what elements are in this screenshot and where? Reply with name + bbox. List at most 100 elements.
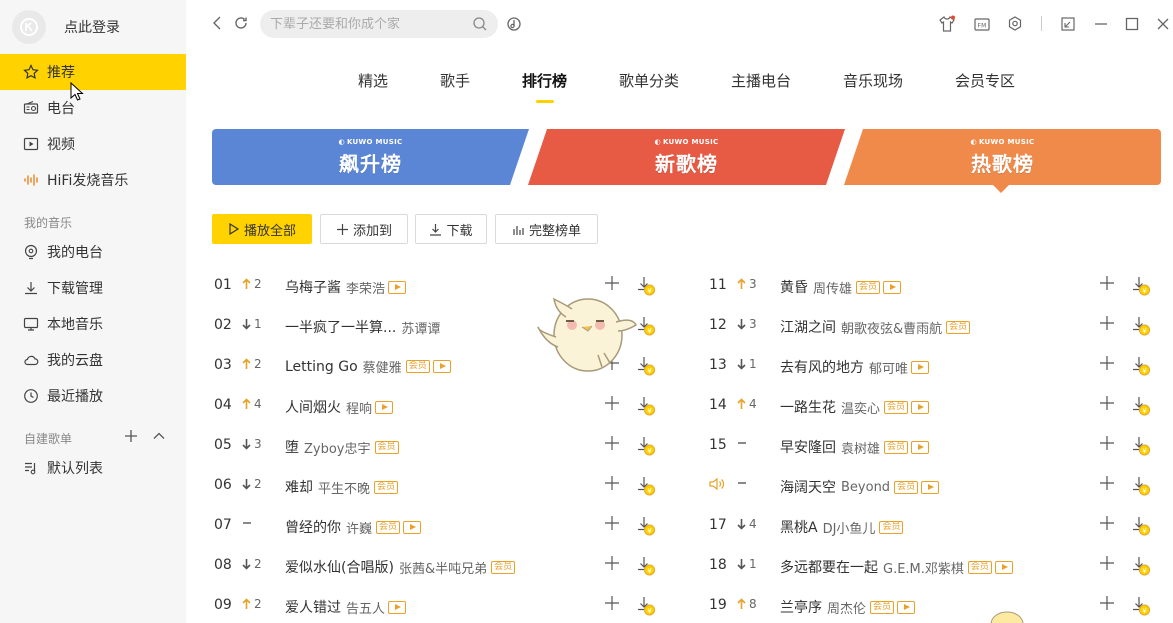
download-coin-icon[interactable]: ¥: [636, 275, 656, 296]
sidebar-item-recent[interactable]: 最近播放: [0, 378, 186, 414]
mv-play-icon[interactable]: [994, 560, 1013, 574]
mv-play-icon[interactable]: [911, 400, 930, 414]
song-artist[interactable]: 许巍: [346, 518, 372, 537]
song-artist[interactable]: 平生不晚: [318, 478, 370, 497]
song-artist[interactable]: 张茜&半吨兄弟: [399, 558, 487, 577]
add-to-list-icon[interactable]: [1099, 355, 1115, 371]
add-to-list-icon[interactable]: [1099, 595, 1115, 611]
song-artist[interactable]: 温奕心: [841, 398, 880, 417]
chevron-up-icon[interactable]: [152, 428, 166, 447]
download-coin-icon[interactable]: ¥: [1131, 555, 1151, 576]
song-artist[interactable]: DJ小鱼儿: [823, 518, 876, 537]
song-row[interactable]: 14 4 一路生花 温奕心 会员 ¥: [709, 386, 1169, 426]
maximize-button[interactable]: [1123, 15, 1141, 33]
add-to-list-icon[interactable]: [1099, 555, 1115, 571]
song-row[interactable]: 09 2 爱人错过 告五人 ¥: [214, 586, 674, 623]
add-to-list-icon[interactable]: [1099, 315, 1115, 331]
tab-vip[interactable]: 会员专区: [955, 70, 1015, 91]
song-title[interactable]: 堕: [285, 437, 299, 457]
song-title[interactable]: 去有风的地方: [780, 357, 864, 377]
song-title[interactable]: 多远都要在一起: [780, 557, 878, 577]
song-artist[interactable]: 李荣浩: [346, 278, 385, 297]
song-title[interactable]: 一路生花: [780, 397, 836, 417]
tab-live[interactable]: 音乐现场: [843, 70, 903, 91]
song-artist[interactable]: 苏谭谭: [401, 318, 440, 337]
search-box[interactable]: [260, 10, 498, 38]
add-to-list-icon[interactable]: [604, 435, 620, 451]
back-button[interactable]: [208, 14, 226, 32]
song-title[interactable]: 人间烟火: [285, 397, 341, 417]
download-coin-icon[interactable]: ¥: [636, 435, 656, 456]
song-row[interactable]: 08 2 爱似水仙(合唱版) 张茜&半吨兄弟 会员 ¥: [214, 546, 674, 586]
song-row[interactable]: 12 3 江湖之间 朝歌夜弦&曹雨航 会员 ¥: [709, 306, 1169, 346]
mv-play-icon[interactable]: [388, 280, 407, 294]
song-row[interactable]: 07 曾经的你 许巍 会员 ¥: [214, 506, 674, 546]
sidebar-item-video[interactable]: 视频: [0, 126, 186, 162]
tab-featured[interactable]: 精选: [358, 70, 388, 91]
song-title[interactable]: 兰亭序: [780, 597, 822, 617]
mv-play-icon[interactable]: [375, 400, 394, 414]
download-coin-icon[interactable]: ¥: [1131, 595, 1151, 616]
song-artist[interactable]: 袁树雄: [841, 438, 880, 457]
play-all-button[interactable]: 播放全部: [212, 214, 312, 244]
song-row[interactable]: 06 2 难却 平生不晚 会员 ¥: [214, 466, 674, 506]
song-artist[interactable]: 郁可唯: [869, 358, 908, 377]
song-row[interactable]: 11 3 黄昏 周传雄 会员 ¥: [709, 266, 1169, 306]
download-coin-icon[interactable]: ¥: [636, 595, 656, 616]
download-coin-icon[interactable]: ¥: [1131, 515, 1151, 536]
song-row[interactable]: 19 8 兰亭序 周杰伦 会员 ¥: [709, 586, 1169, 623]
chart-banner-soaring[interactable]: ◐ KUWO MUSIC 飙升榜: [212, 129, 529, 185]
add-to-list-icon[interactable]: [1099, 475, 1115, 491]
song-title[interactable]: 爱人错过: [285, 597, 341, 617]
song-title[interactable]: 曾经的你: [285, 517, 341, 537]
song-title[interactable]: 乌梅子酱: [285, 277, 341, 297]
add-to-list-icon[interactable]: [1099, 275, 1115, 291]
song-title[interactable]: 难却: [285, 477, 313, 497]
song-title[interactable]: Letting Go: [285, 359, 358, 375]
full-list-button[interactable]: 完整榜单: [495, 214, 598, 244]
close-button[interactable]: [1154, 15, 1172, 33]
sidebar-item-radio[interactable]: 电台: [0, 90, 186, 126]
mv-play-icon[interactable]: [911, 440, 930, 454]
song-artist[interactable]: G.E.M.邓紫棋: [883, 558, 964, 577]
sidebar-item-default-list[interactable]: 默认列表: [0, 450, 186, 486]
sidebar-item-local-music[interactable]: 本地音乐: [0, 306, 186, 342]
sidebar-item-downloads[interactable]: 下载管理: [0, 270, 186, 306]
download-coin-icon[interactable]: ¥: [636, 355, 656, 376]
download-coin-icon[interactable]: ¥: [1131, 355, 1151, 376]
tab-anchor-radio[interactable]: 主播电台: [731, 70, 791, 91]
search-input[interactable]: [270, 16, 470, 32]
add-to-list-icon[interactable]: [604, 395, 620, 411]
download-coin-icon[interactable]: ¥: [1131, 395, 1151, 416]
song-row[interactable]: 13 1 去有风的地方 郁可唯 ¥: [709, 346, 1169, 386]
song-title[interactable]: 黑桃A: [780, 517, 818, 537]
song-artist[interactable]: 程响: [346, 398, 372, 417]
add-playlist-icon[interactable]: [124, 428, 138, 447]
add-to-list-icon[interactable]: [604, 515, 620, 531]
chart-banner-hot-songs[interactable]: ◐ KUWO MUSIC 热歌榜: [844, 129, 1161, 185]
sidebar-item-my-radio[interactable]: 我的电台: [0, 234, 186, 270]
download-coin-icon[interactable]: ¥: [636, 315, 656, 336]
mv-play-icon[interactable]: [432, 360, 451, 373]
mv-play-icon[interactable]: [921, 480, 940, 494]
login-link[interactable]: 点此登录: [64, 17, 120, 37]
song-row[interactable]: 04 4 人间烟火 程响 ¥: [214, 386, 674, 426]
settings-button[interactable]: [1006, 15, 1024, 33]
download-coin-icon[interactable]: ¥: [1131, 275, 1151, 296]
download-coin-icon[interactable]: ¥: [636, 475, 656, 496]
song-row[interactable]: 15 早安隆回 袁树雄 会员 ¥: [709, 426, 1169, 466]
add-to-list-icon[interactable]: [604, 475, 620, 491]
avatar[interactable]: [12, 10, 46, 44]
tab-playlist-categories[interactable]: 歌单分类: [619, 70, 679, 91]
mini-mode-button[interactable]: [1059, 15, 1077, 33]
add-to-list-icon[interactable]: [604, 555, 620, 571]
sidebar-item-recommend[interactable]: 推荐: [0, 54, 186, 90]
download-coin-icon[interactable]: ¥: [1131, 475, 1151, 496]
download-coin-icon[interactable]: ¥: [1131, 435, 1151, 456]
minimize-button[interactable]: [1092, 15, 1110, 33]
song-artist[interactable]: 朝歌夜弦&曹雨航: [841, 318, 942, 337]
add-to-list-icon[interactable]: [1099, 395, 1115, 411]
chart-banner-new-songs[interactable]: ◐ KUWO MUSIC 新歌榜: [528, 129, 845, 185]
add-to-button[interactable]: 添加到: [320, 214, 408, 244]
add-to-list-icon[interactable]: [1099, 435, 1115, 451]
